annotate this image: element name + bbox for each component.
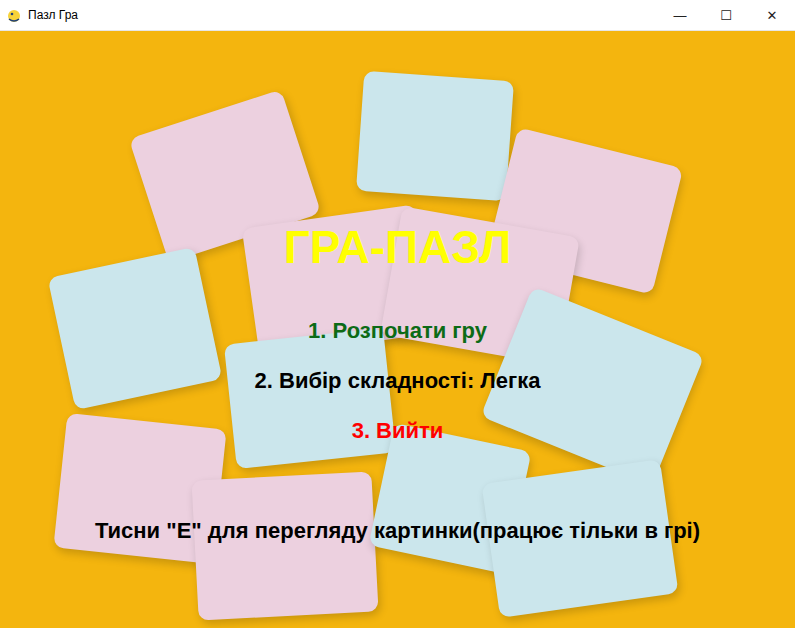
pygame-icon [6,7,22,23]
close-button[interactable]: ✕ [749,0,795,30]
maximize-button[interactable]: ☐ [703,0,749,30]
puzzle-piece [224,328,396,469]
puzzle-piece [191,471,378,620]
puzzle-piece [48,247,223,410]
puzzle-piece [356,71,514,201]
menu-item[interactable]: 3. Вийти [346,416,450,446]
hint-text: Тисни "E" для перегляду картинки(працює … [95,516,700,546]
main-menu: ГРА-ПАЗЛ 1. Розпочати гру 2. Вибір складно… [0,31,795,546]
menu-item[interactable]: 2. Вибір складності: Легка [249,366,547,396]
menu-item[interactable]: 1. Розпочати гру [302,316,493,346]
title-bar: Пазл Гра—☐✕ [0,0,795,31]
menu-list: 1. Розпочати гру 2. Вибір складності: Лег… [249,316,547,446]
window-controls: —☐✕ [657,0,795,30]
game-title: ГРА-ПАЗЛ [284,219,511,275]
minimize-button[interactable]: — [657,0,703,30]
window-title: Пазл Гра [28,8,657,22]
menu-screen: ГРА-ПАЗЛ 1. Розпочати гру 2. Вибір складно… [0,31,795,628]
